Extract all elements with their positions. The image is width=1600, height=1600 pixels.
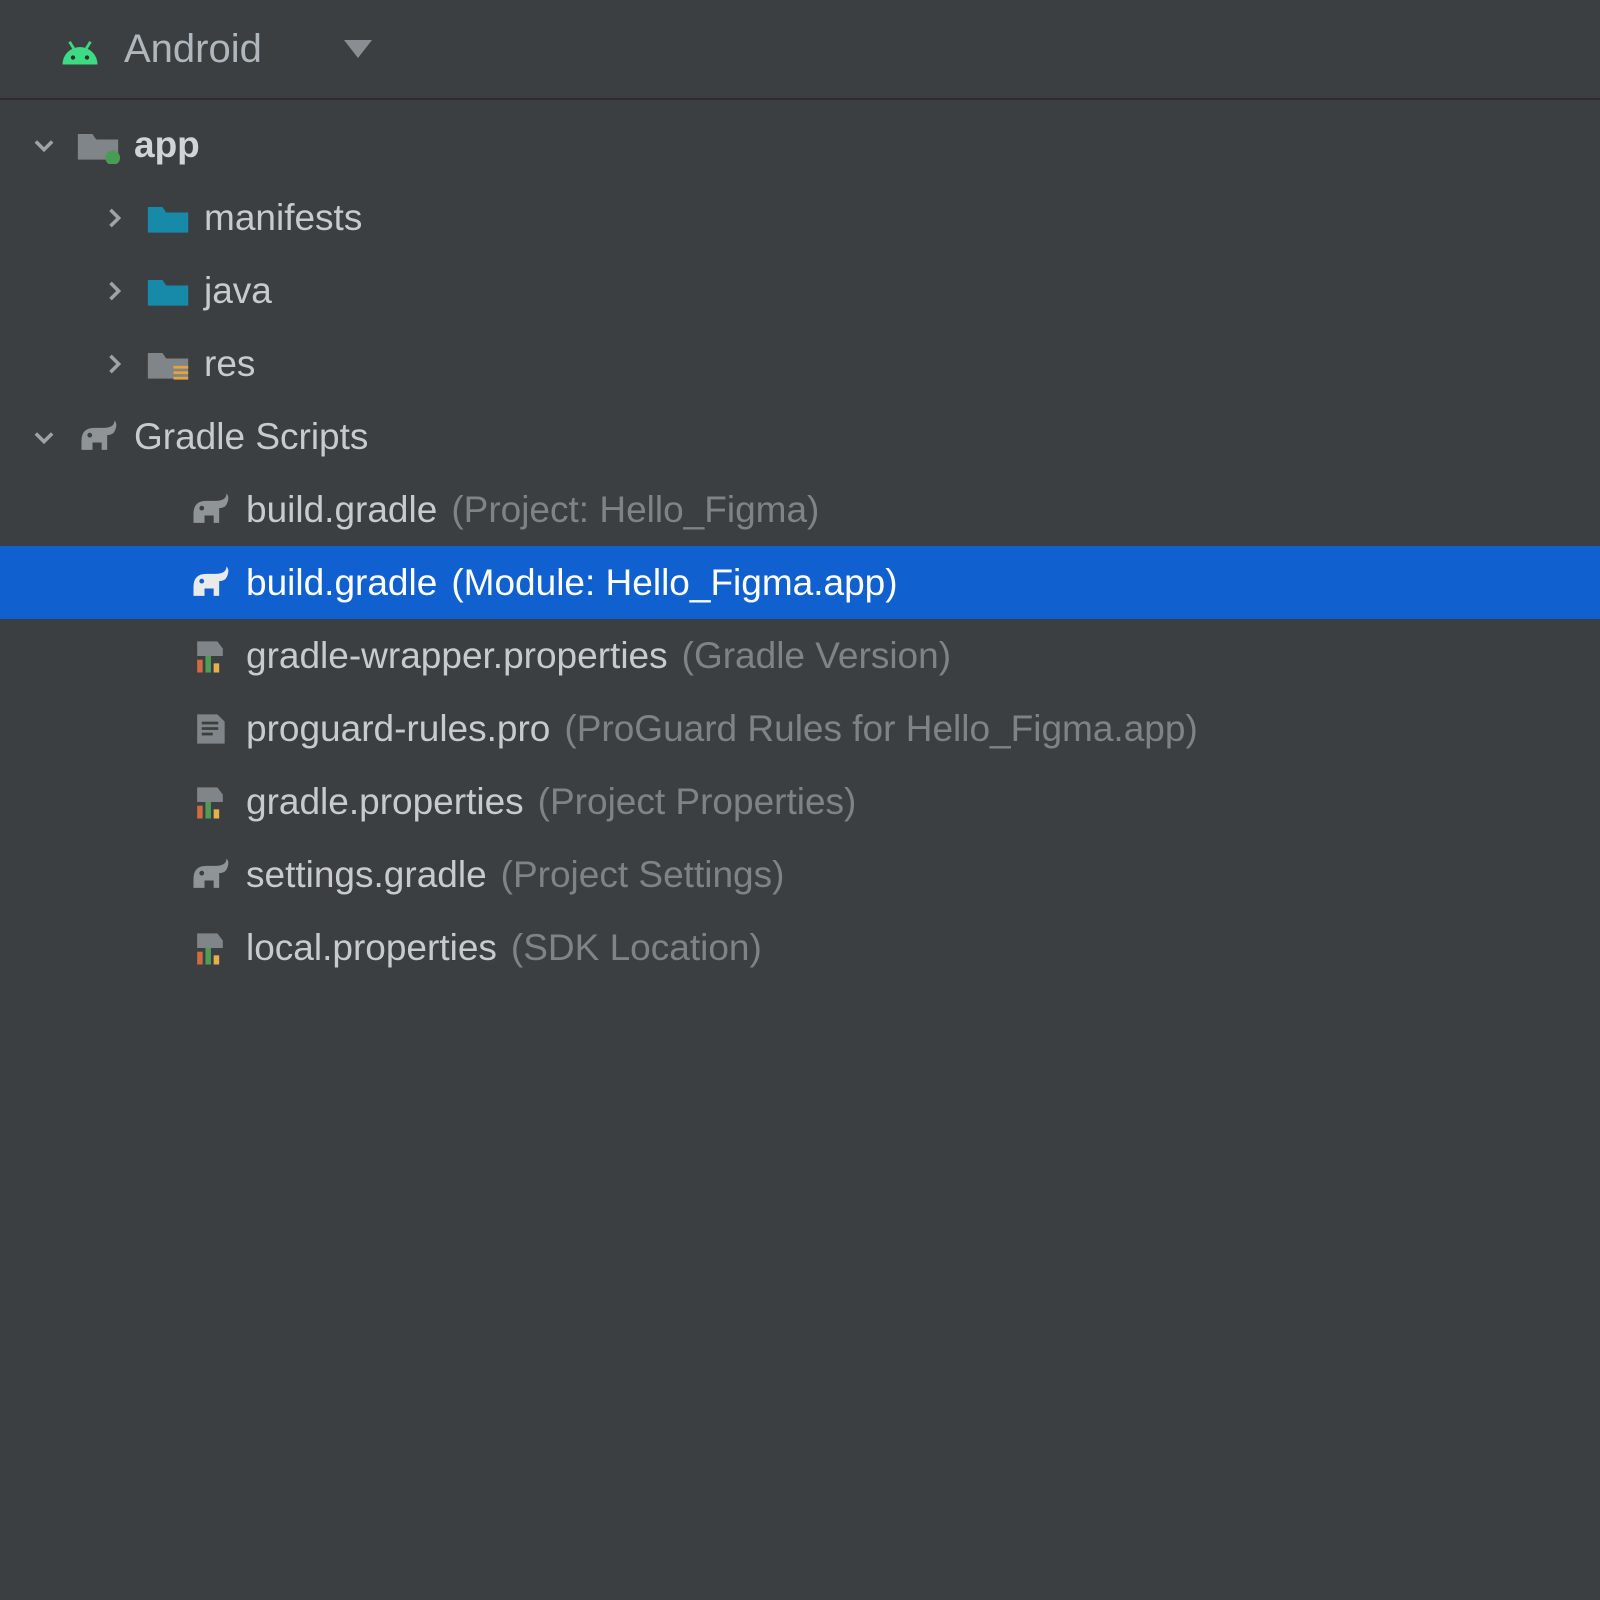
tree-node-settings-gradle[interactable]: settings.gradle (Project Settings) (0, 838, 1600, 911)
tree-node-note: (ProGuard Rules for Hello_Figma.app) (564, 708, 1197, 750)
tree-node-build-gradle-module[interactable]: build.gradle (Module: Hello_Figma.app) (0, 546, 1600, 619)
tree-node-note: (Project Properties) (538, 781, 857, 823)
tree-node-label: res (204, 343, 255, 385)
tree-node-proguard[interactable]: proguard-rules.pro (ProGuard Rules for H… (0, 692, 1600, 765)
gradle-icon (76, 417, 120, 457)
project-view-selector[interactable]: Android (0, 0, 1600, 100)
tree-node-label: gradle-wrapper.properties (246, 635, 668, 677)
chevron-right-icon[interactable] (100, 277, 128, 305)
tree-node-label: build.gradle (246, 489, 437, 531)
properties-file-icon (188, 928, 232, 968)
tree-node-manifests[interactable]: manifests (0, 181, 1600, 254)
module-folder-icon (76, 125, 120, 165)
project-tree: app manifests java res Gradle Scripts bu… (0, 100, 1600, 984)
chevron-right-icon[interactable] (100, 350, 128, 378)
tree-node-java[interactable]: java (0, 254, 1600, 327)
gradle-icon (188, 855, 232, 895)
tree-node-note: (SDK Location) (511, 927, 762, 969)
res-folder-icon (146, 344, 190, 384)
tree-node-label: manifests (204, 197, 362, 239)
chevron-down-icon[interactable] (30, 131, 58, 159)
tree-node-label: build.gradle (246, 562, 437, 604)
tree-node-label: local.properties (246, 927, 497, 969)
gradle-icon (188, 563, 232, 603)
properties-file-icon (188, 636, 232, 676)
folder-icon (146, 271, 190, 311)
tree-node-app[interactable]: app (0, 108, 1600, 181)
tree-node-build-gradle-project[interactable]: build.gradle (Project: Hello_Figma) (0, 473, 1600, 546)
tree-node-local-properties[interactable]: local.properties (SDK Location) (0, 911, 1600, 984)
tree-node-res[interactable]: res (0, 327, 1600, 400)
chevron-down-icon[interactable] (30, 423, 58, 451)
tree-node-label: java (204, 270, 272, 312)
text-file-icon (188, 709, 232, 749)
tree-node-note: (Module: Hello_Figma.app) (451, 562, 897, 604)
project-view-label: Android (124, 27, 262, 72)
tree-node-gradle-scripts[interactable]: Gradle Scripts (0, 400, 1600, 473)
tree-node-label: gradle.properties (246, 781, 524, 823)
tree-node-label: Gradle Scripts (134, 416, 368, 458)
tree-node-note: (Project Settings) (501, 854, 785, 896)
dropdown-chevron-icon (344, 40, 372, 58)
tree-node-note: (Project: Hello_Figma) (451, 489, 819, 531)
tree-node-note: (Gradle Version) (682, 635, 951, 677)
properties-file-icon (188, 782, 232, 822)
tree-node-label: proguard-rules.pro (246, 708, 550, 750)
android-icon (58, 35, 102, 63)
tree-node-label: app (134, 124, 200, 166)
tree-node-gradle-properties[interactable]: gradle.properties (Project Properties) (0, 765, 1600, 838)
tree-node-label: settings.gradle (246, 854, 487, 896)
gradle-icon (188, 490, 232, 530)
tree-node-gradle-wrapper[interactable]: gradle-wrapper.properties (Gradle Versio… (0, 619, 1600, 692)
folder-icon (146, 198, 190, 238)
chevron-right-icon[interactable] (100, 204, 128, 232)
